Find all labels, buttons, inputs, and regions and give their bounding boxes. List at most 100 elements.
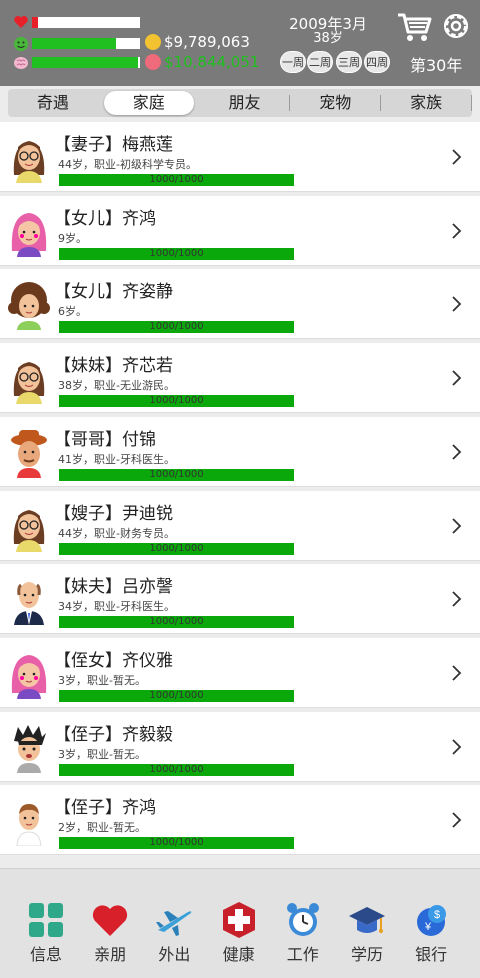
member-name: 【侄子】齐毅毅 [54, 724, 173, 745]
week-1-button[interactable]: 一周 [280, 51, 306, 73]
week-2-button[interactable]: 二周 [307, 51, 333, 73]
nav-airplane-button[interactable]: 外出 [147, 888, 201, 968]
family-member-card[interactable]: 【嫂子】尹迪锐 44岁，职业-财务专员。 1000/1000 [0, 490, 480, 561]
smiley-icon [12, 36, 30, 52]
heart-icon [83, 900, 137, 940]
tab-family[interactable]: 家庭 [103, 91, 194, 115]
member-name: 【妹夫】吕亦謦 [54, 577, 173, 598]
member-info: 9岁。 [58, 231, 87, 245]
family-member-card[interactable]: 【侄女】齐仪雅 3岁，职业-暂无。 1000/1000 [0, 637, 480, 708]
health-bar [32, 17, 140, 28]
girl-pink-hair-icon [8, 647, 50, 699]
tab-encounters[interactable]: 奇遇 [8, 91, 98, 115]
member-info: 38岁，职业-无业游民。 [58, 379, 175, 393]
bank-money-icon: $ ¥ [404, 900, 458, 940]
airplane-icon [147, 900, 201, 940]
family-member-card[interactable]: 【女儿】齐鸿 9岁。 1000/1000 [0, 195, 480, 266]
info-grid-icon [19, 900, 73, 940]
player-age: 38岁 [313, 31, 343, 46]
member-name: 【嫂子】尹迪锐 [54, 503, 173, 524]
mood-stat [12, 36, 30, 52]
family-member-card[interactable]: 【妹夫】吕亦謦 34岁，职业-牙科医生。 1000/1000 [0, 564, 480, 635]
coin-icon [145, 34, 161, 50]
member-relation-bar: 1000/1000 [59, 763, 294, 776]
graduation-cap-icon [340, 900, 394, 940]
member-info: 41岁，职业-牙科医生。 [58, 452, 175, 466]
member-relation-bar: 1000/1000 [59, 837, 294, 850]
category-tabs: 奇遇 家庭 朋友 宠物 家族 [8, 89, 472, 117]
bald-man-suit-icon [8, 573, 50, 626]
member-relation-bar: 1000/1000 [59, 247, 294, 260]
week-3-button[interactable]: 三周 [336, 51, 362, 73]
chevron-right-icon[interactable] [450, 590, 462, 608]
family-member-card[interactable]: 【哥哥】付锦 41岁，职业-牙科医生。 1000/1000 [0, 416, 480, 487]
member-relation-bar: 1000/1000 [59, 395, 294, 408]
brain-icon [12, 55, 30, 71]
man-hat-icon [8, 426, 50, 478]
nav-label: 信息 [29, 945, 62, 964]
mind-stat [12, 55, 30, 71]
family-member-card[interactable]: 【妻子】梅燕莲 44岁，职业-初级科学专员。 1000/1000 [0, 122, 480, 192]
cash-display: $9,789,063 [145, 33, 250, 51]
nav-graduation-cap-button[interactable]: 学历 [340, 888, 394, 968]
chevron-right-icon[interactable] [450, 738, 462, 756]
chevron-right-icon[interactable] [450, 443, 462, 461]
girl-pink-hair-icon [8, 205, 50, 257]
mood-bar [32, 38, 140, 49]
settings-gear-icon[interactable] [440, 10, 472, 42]
game-date: 2009年3月 [289, 15, 367, 33]
boy-icon [8, 794, 50, 847]
member-relation-bar: 1000/1000 [59, 321, 294, 334]
year-counter: 第30年 [410, 56, 463, 75]
shop-cart-icon[interactable] [396, 10, 432, 44]
woman-glasses-icon [8, 500, 50, 552]
chevron-right-icon[interactable] [450, 517, 462, 535]
chevron-right-icon[interactable] [450, 369, 462, 387]
member-name: 【妻子】梅燕莲 [54, 135, 173, 155]
member-name: 【侄女】齐仪雅 [54, 650, 173, 671]
tab-clan[interactable]: 家族 [381, 91, 471, 115]
nav-label: 学历 [350, 945, 383, 964]
member-name: 【妹妹】齐芯若 [54, 356, 173, 377]
deposit-display: $10,844,051 [145, 53, 259, 71]
tab-divider [470, 95, 472, 111]
family-member-card[interactable]: 【女儿】齐姿静 6岁。 1000/1000 [0, 269, 480, 340]
family-member-card[interactable]: 【侄子】齐鸿 2岁，职业-暂无。 1000/1000 [0, 785, 480, 856]
member-info: 3岁，职业-暂无。 [58, 747, 146, 761]
nav-label: 银行 [415, 945, 448, 964]
member-info: 6岁。 [58, 305, 87, 319]
family-member-card[interactable]: 【侄子】齐毅毅 3岁，职业-暂无。 1000/1000 [0, 711, 480, 782]
week-4-button[interactable]: 四周 [364, 51, 390, 73]
member-name: 【女儿】齐鸿 [54, 208, 156, 229]
member-name: 【女儿】齐姿静 [54, 282, 173, 303]
mind-bar [32, 57, 140, 68]
chevron-right-icon[interactable] [450, 148, 462, 166]
tab-pets[interactable]: 宠物 [290, 91, 380, 115]
health-stat [12, 14, 30, 30]
chevron-right-icon[interactable] [450, 295, 462, 313]
nav-heart-button[interactable]: 亲朋 [83, 888, 137, 968]
chevron-right-icon[interactable] [450, 222, 462, 240]
nav-medical-cross-button[interactable]: 健康 [212, 888, 266, 968]
status-header: $9,789,063 $10,844,051 2009年3月 38岁 一周 二周… [0, 0, 480, 86]
member-info: 3岁，职业-暂无。 [58, 673, 146, 687]
cash-value: $9,789,063 [164, 33, 250, 51]
member-info: 2岁，职业-暂无。 [58, 821, 146, 835]
member-relation-bar: 1000/1000 [59, 689, 294, 702]
nav-bank-money-button[interactable]: $ ¥ 银行 [404, 888, 458, 968]
girl-curly-hair-icon [8, 278, 50, 331]
tab-friends[interactable]: 朋友 [200, 91, 290, 115]
boy-spiky-hair-icon [8, 721, 50, 773]
deposit-value: $10,844,051 [164, 53, 260, 71]
nav-alarm-clock-button[interactable]: 工作 [276, 888, 330, 968]
nav-label: 工作 [286, 945, 319, 964]
member-name: 【侄子】齐鸿 [54, 798, 156, 819]
member-info: 44岁，职业-初级科学专员。 [58, 158, 197, 171]
medical-cross-icon [212, 900, 266, 940]
family-member-card[interactable]: 【妹妹】齐芯若 38岁，职业-无业游民。 1000/1000 [0, 343, 480, 414]
svg-text:$: $ [434, 909, 440, 921]
chevron-right-icon[interactable] [450, 664, 462, 682]
nav-info-grid-button[interactable]: 信息 [19, 888, 73, 968]
chevron-right-icon[interactable] [450, 811, 462, 829]
member-relation-bar: 1000/1000 [59, 468, 294, 481]
